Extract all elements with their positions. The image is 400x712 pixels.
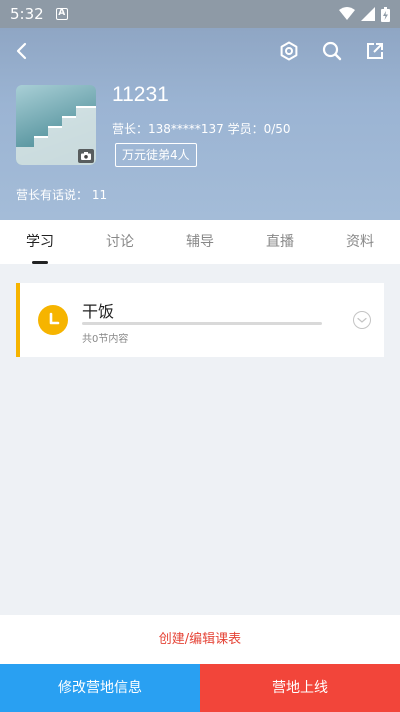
course-progress-bar bbox=[82, 322, 322, 325]
leader-says: 营长有话说： 11 bbox=[16, 188, 108, 202]
expand-button[interactable] bbox=[352, 310, 372, 330]
status-time: 5:32 bbox=[10, 5, 44, 23]
camp-header: 11231 营长：138*****137 学员：0/50 万元徒弟4人 营长有话… bbox=[0, 28, 400, 220]
wifi-icon bbox=[339, 7, 355, 20]
course-subtitle: 共0节内容 bbox=[82, 334, 129, 345]
camp-meta: 营长：138*****137 学员：0/50 bbox=[112, 122, 291, 136]
tab-study[interactable]: 学习 bbox=[0, 220, 80, 264]
notification-icon: A bbox=[55, 8, 68, 20]
tab-tutoring[interactable]: 辅导 bbox=[160, 220, 240, 264]
tab-discussion[interactable]: 讨论 bbox=[80, 220, 160, 264]
share-button[interactable] bbox=[362, 38, 388, 64]
course-card[interactable]: 干饭 共0节内容 bbox=[16, 283, 384, 357]
battery-icon bbox=[381, 6, 390, 22]
status-icons bbox=[339, 6, 390, 22]
course-title: 干饭 bbox=[82, 302, 115, 321]
create-edit-schedule-button[interactable]: 创建/编辑课表 bbox=[0, 615, 400, 664]
chevron-left-icon bbox=[16, 42, 27, 60]
gear-icon bbox=[280, 41, 298, 61]
share-icon bbox=[367, 43, 383, 59]
camp-cover-image[interactable] bbox=[16, 85, 96, 165]
top-bar bbox=[0, 28, 400, 74]
disciple-badge[interactable]: 万元徒弟4人 bbox=[115, 143, 197, 167]
back-button[interactable] bbox=[8, 38, 34, 64]
clock-icon bbox=[38, 305, 68, 335]
tab-materials[interactable]: 资料 bbox=[320, 220, 400, 264]
tab-live[interactable]: 直播 bbox=[240, 220, 320, 264]
signal-icon bbox=[361, 7, 375, 21]
edit-camp-info-button[interactable]: 修改营地信息 bbox=[0, 664, 200, 712]
camp-name: 11231 bbox=[112, 83, 169, 106]
status-bar: 5:32 A bbox=[0, 0, 400, 28]
settings-button[interactable] bbox=[276, 38, 302, 64]
tab-bar: 学习 讨论 辅导 直播 资料 bbox=[0, 220, 400, 264]
camera-icon bbox=[81, 152, 91, 160]
chevron-down-circle-icon bbox=[353, 311, 371, 329]
search-icon bbox=[322, 41, 342, 61]
camp-go-online-button[interactable]: 营地上线 bbox=[200, 664, 400, 712]
change-cover-button[interactable] bbox=[78, 149, 94, 163]
search-button[interactable] bbox=[319, 38, 345, 64]
